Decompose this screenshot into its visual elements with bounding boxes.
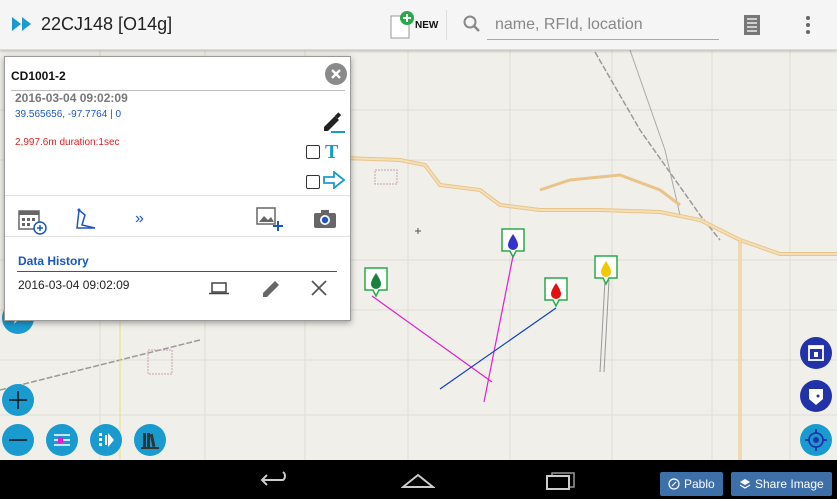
data-history-heading: Data History: [18, 254, 89, 268]
divider: [446, 10, 447, 40]
minus-icon: [9, 439, 27, 441]
calendar-icon: [808, 345, 824, 361]
edit-pencil-icon[interactable]: [321, 111, 345, 138]
point-detail-card: CD1001-2 2016-03-04 09:02:09 39.565656, …: [4, 56, 351, 321]
edit-entry-icon[interactable]: [261, 277, 283, 304]
arrow-right-icon: [323, 170, 346, 194]
library-button[interactable]: [134, 424, 166, 456]
edit-icon: [668, 478, 680, 490]
user-chip[interactable]: Pablo: [660, 472, 723, 496]
map-tools-icon: [99, 433, 114, 447]
list-view-icon[interactable]: [743, 14, 761, 41]
calendar-fab[interactable]: [800, 337, 832, 369]
zoom-out-button[interactable]: [2, 424, 34, 456]
new-label: NEW: [415, 20, 439, 31]
camera-icon[interactable]: [313, 209, 337, 234]
close-icon[interactable]: [325, 63, 347, 85]
app-title: 22CJ148 [O14g]: [41, 14, 173, 34]
share-image-button[interactable]: Share Image: [731, 472, 832, 496]
text-format-icon: T: [325, 141, 339, 163]
point-datetime: 2016-03-04 09:02:09: [15, 91, 128, 105]
water-drop-marker-yellow[interactable]: [593, 254, 619, 286]
field-boundary-icon: [809, 389, 823, 405]
user-name: Pablo: [684, 477, 715, 491]
water-drop-marker-red[interactable]: [543, 276, 569, 308]
delete-entry-icon[interactable]: [310, 279, 328, 302]
divider: [5, 195, 350, 196]
more-options-icon[interactable]: [804, 15, 812, 40]
new-button[interactable]: NEW: [389, 10, 439, 40]
image-add-icon[interactable]: [256, 207, 284, 238]
arrow-checkbox[interactable]: [306, 175, 320, 189]
search-icon[interactable]: [463, 15, 481, 38]
books-icon: [141, 433, 159, 449]
track-line-blue: [439, 307, 557, 390]
boundary-fab[interactable]: [800, 380, 832, 412]
recent-apps-icon[interactable]: [545, 472, 575, 495]
divider: [5, 236, 350, 237]
my-location-fab[interactable]: [800, 424, 832, 456]
share-image-label: Share Image: [755, 477, 824, 491]
layers-settings-button[interactable]: [46, 424, 78, 456]
back-icon[interactable]: [259, 471, 293, 494]
point-title: CD1001-2: [11, 69, 66, 83]
track-line-magenta: [371, 295, 493, 383]
sliders-icon: [54, 434, 70, 446]
plus-icon: [9, 391, 27, 409]
history-entry-date: 2016-03-04 09:02:09: [18, 278, 130, 292]
fast-forward-icon[interactable]: [12, 17, 32, 36]
water-drop-marker-green[interactable]: [363, 266, 389, 298]
area-measure-icon[interactable]: [73, 207, 99, 238]
home-icon[interactable]: [400, 473, 436, 494]
track-line-magenta: [483, 255, 514, 403]
distance-duration: 2,997.6m duration:1sec: [15, 137, 120, 148]
map-tools-button[interactable]: [90, 424, 122, 456]
layers-icon: [739, 479, 751, 489]
point-coordinates[interactable]: 39.565656, -97.7764 | 0: [15, 109, 121, 120]
search-input[interactable]: [487, 10, 719, 40]
app-bar: 22CJ148 [O14g] NEW: [0, 0, 837, 50]
laptop-icon[interactable]: [209, 281, 229, 300]
text-checkbox[interactable]: [306, 145, 320, 159]
new-document-icon: [390, 11, 414, 39]
divider: [17, 271, 337, 272]
water-drop-marker-blue[interactable]: [500, 227, 526, 259]
crosshair-icon: [805, 429, 827, 451]
zoom-in-button[interactable]: [2, 384, 34, 416]
more-tools-icon[interactable]: »: [135, 210, 144, 228]
